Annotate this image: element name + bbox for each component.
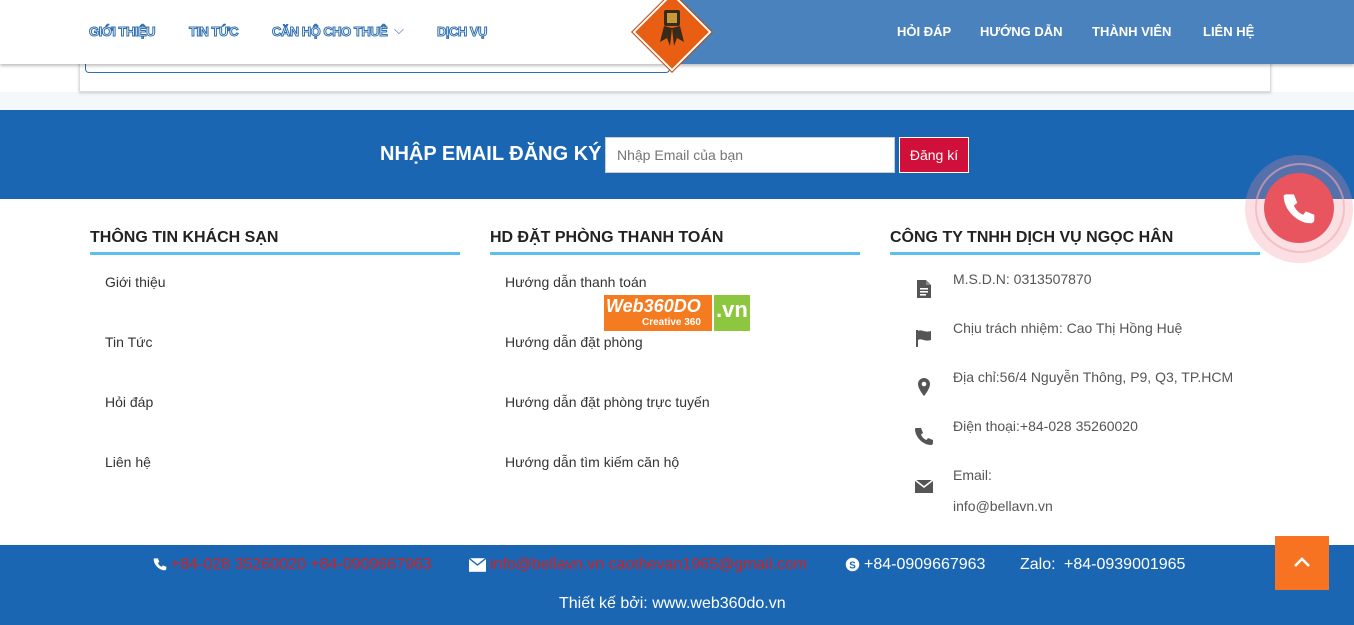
envelope-icon — [469, 558, 486, 572]
column-divider — [890, 252, 1260, 255]
company-email[interactable]: info@bellavn.vn — [953, 498, 1053, 514]
watermark-tagline: Creative 360 — [642, 317, 701, 328]
page: GIỚI THIỆU TIN TỨC CĂN HỘ CHO THUÊ ⌵ DỊC… — [0, 0, 1354, 625]
flag-icon — [916, 330, 931, 347]
newsletter-email-input[interactable] — [605, 137, 895, 173]
footer-link-payment-guide[interactable]: Hướng dẫn thanh toán — [505, 274, 647, 290]
nav-item-lien-he[interactable]: LIÊN HỆ — [1203, 24, 1254, 39]
bottom-skype[interactable]: +84-0909667963 — [864, 556, 985, 574]
section-gap — [0, 92, 1354, 110]
company-address: Địa chỉ:56/4 Nguyễn Thông, P9, Q3, TP.HC… — [953, 369, 1234, 385]
company-responsible: Chịu trách nhiệm: Cao Thị Hồng Huệ — [953, 320, 1183, 336]
header-right: HỎI ĐÁP HƯỚNG DẪN THÀNH VIÊN LIÊN HỆ — [672, 0, 1354, 64]
web360do-watermark: Web360DO Creative 360 .vn — [604, 295, 750, 331]
skype-icon: S — [845, 557, 860, 572]
map-marker-icon — [918, 378, 930, 396]
nav-item-hoi-dap[interactable]: HỎI ĐÁP — [897, 24, 951, 39]
footer-link-gioi-thieu[interactable]: Giới thiệu — [105, 274, 166, 290]
document-icon — [917, 280, 931, 298]
footer-link-online-booking-guide[interactable]: Hướng dẫn đặt phòng trực tuyến — [505, 394, 710, 410]
company-phone: Điện thoại:+84-028 35260020 — [953, 418, 1138, 434]
phone-icon — [915, 428, 933, 445]
chevron-up-icon — [1294, 557, 1310, 567]
envelope-icon — [914, 479, 934, 493]
phone-icon — [153, 558, 167, 571]
column-divider — [490, 252, 860, 255]
footer-link-lien-he[interactable]: Liên hệ — [105, 454, 151, 470]
footer-link-hoi-dap[interactable]: Hỏi đáp — [105, 394, 153, 410]
watermark-tld: .vn — [716, 297, 748, 322]
award-badge-icon — [660, 10, 684, 46]
chevron-down-icon[interactable]: ⌵ — [394, 22, 404, 38]
footer-link-booking-guide[interactable]: Hướng dẫn đặt phòng — [505, 334, 643, 350]
column-title-booking-guide: HD ĐẶT PHÒNG THANH TOÁN — [490, 229, 724, 246]
header-left: GIỚI THIỆU TIN TỨC CĂN HỘ CHO THUÊ ⌵ DỊC… — [0, 0, 672, 64]
phone-icon — [1283, 194, 1315, 224]
design-credit[interactable]: Thiết kế bởi: www.web360do.vn — [559, 595, 786, 613]
newsletter-submit-button[interactable]: Đăng kí — [899, 137, 969, 173]
nav-item-tin-tuc[interactable]: TIN TỨC — [188, 24, 239, 40]
column-title-company: CÔNG TY TNHH DỊCH VỤ NGỌC HÂN — [890, 229, 1174, 246]
bottom-phones[interactable]: +84-028 35260020 +84-0909667963 — [171, 556, 432, 574]
footer-link-tin-tuc[interactable]: Tin Tức — [105, 334, 153, 350]
nav-item-dich-vu[interactable]: DỊCH VỤ — [437, 24, 488, 40]
bottom-zalo-label: Zalo: — [1020, 556, 1056, 573]
footer-link-search-guide[interactable]: Hướng dẫn tìm kiếm căn hộ — [505, 454, 679, 470]
nav-item-huong-dan[interactable]: HƯỚNG DẪN — [980, 24, 1063, 39]
call-button[interactable] — [1264, 173, 1334, 243]
company-email-label: Email: — [953, 467, 992, 483]
svg-text:S: S — [849, 560, 856, 571]
bottom-zalo[interactable]: +84-0939001965 — [1064, 556, 1185, 574]
newsletter-title: NHẬP EMAIL ĐĂNG KÝ — [380, 143, 602, 165]
column-title-hotel-info: THÔNG TIN KHÁCH SẠN — [90, 229, 279, 246]
column-divider — [90, 252, 460, 255]
bottom-emails[interactable]: info@bellavn.vn caothevan1965@gmail.com — [490, 556, 807, 574]
nav-item-can-ho[interactable]: CĂN HỘ CHO THUÊ — [271, 24, 388, 40]
nav-item-gioi-thieu[interactable]: GIỚI THIỆU — [88, 24, 156, 40]
back-to-top-button[interactable] — [1275, 536, 1329, 590]
company-tax-id: M.S.D.N: 0313507870 — [953, 271, 1092, 287]
nav-item-thanh-vien[interactable]: THÀNH VIÊN — [1092, 24, 1171, 39]
watermark-brand: Web360DO — [606, 296, 701, 316]
